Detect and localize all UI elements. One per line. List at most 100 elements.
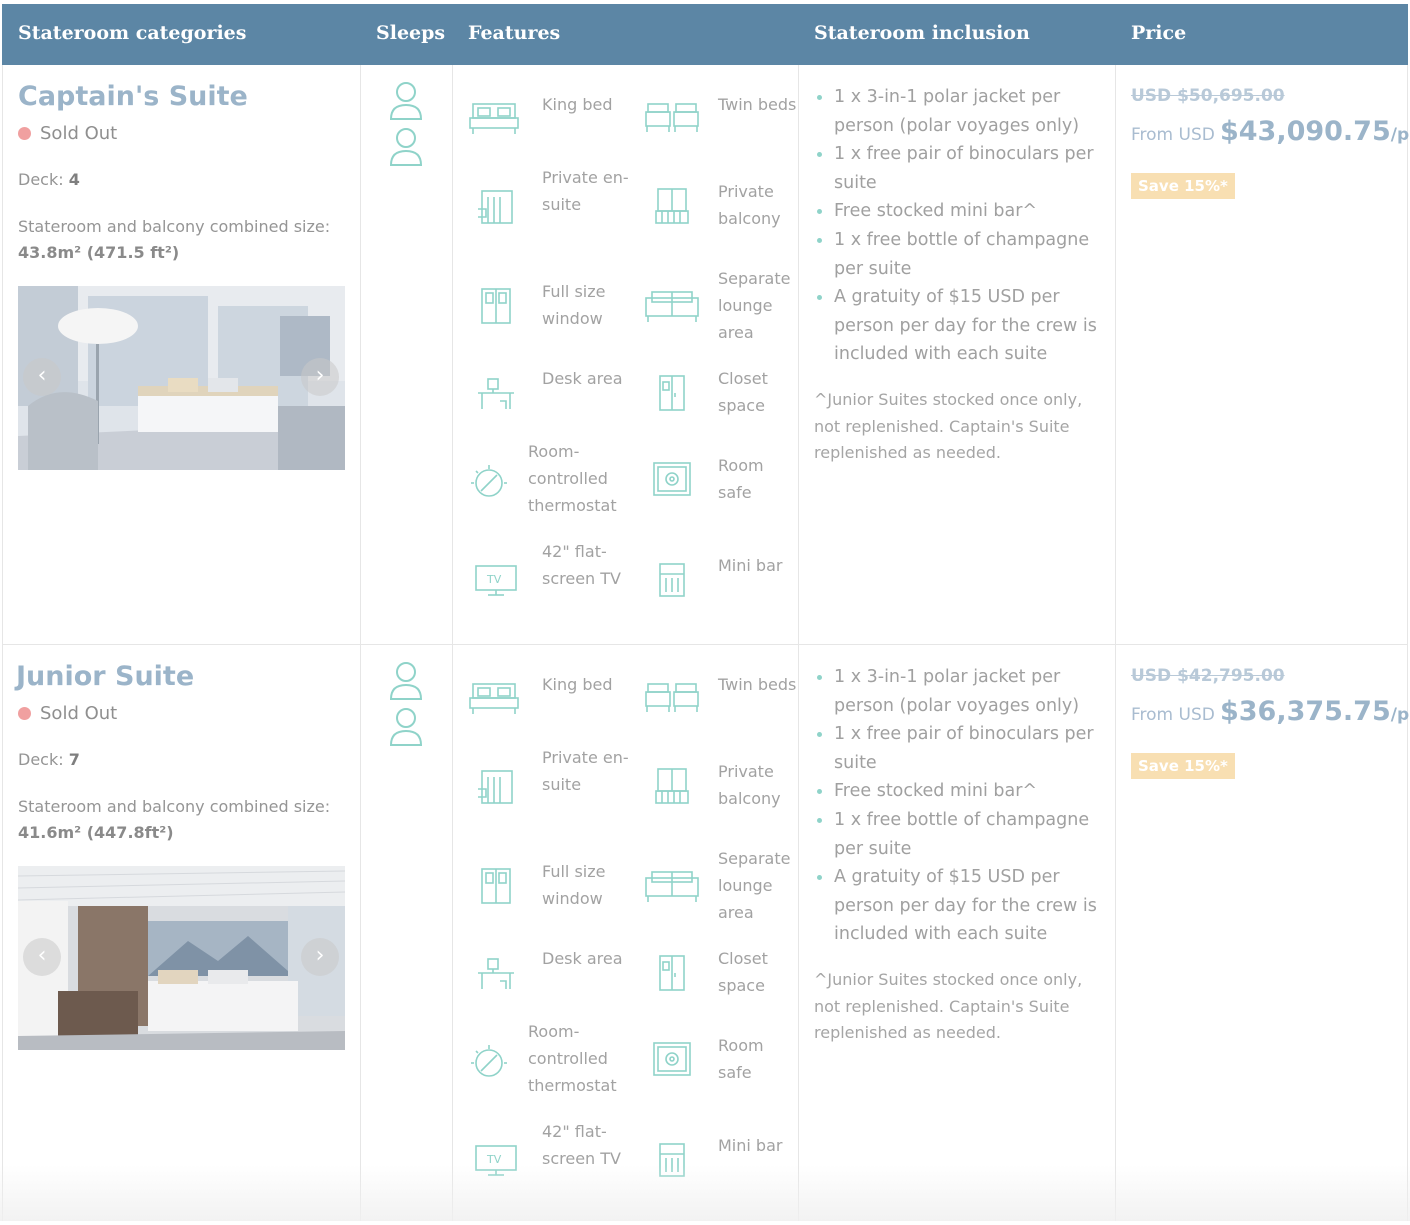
king-bed-icon	[469, 683, 519, 714]
suite-name[interactable]: Junior Suite	[16, 661, 194, 692]
table-header: Stateroom categories Sleeps Features Sta…	[2, 4, 1408, 65]
table-row: Junior Suite Sold Out Deck: 7 Stateroom …	[2, 645, 1410, 1225]
feature-label: Twin beds	[718, 675, 797, 694]
balcony-icon	[655, 188, 689, 224]
desk-icon	[478, 378, 514, 409]
feature-label: Twin beds	[718, 95, 797, 114]
stateroom-photo-carousel[interactable]: ‹ ›	[18, 866, 345, 1050]
feature-label: Private en-suite	[542, 748, 629, 794]
save-badge: Save 15%*	[1131, 753, 1235, 779]
lounge-sofa-icon	[645, 291, 699, 322]
feature-label: Separate lounge area	[718, 269, 791, 342]
feature-label: 42" flat-screen TV	[542, 1122, 621, 1168]
window-icon	[481, 868, 511, 904]
feature-label: Room safe	[718, 1036, 764, 1082]
twin-beds-icon	[645, 683, 699, 712]
header-price: Price	[1131, 22, 1187, 44]
price-per: /pp	[1390, 705, 1410, 725]
carousel-prev-button[interactable]: ‹	[23, 938, 61, 976]
size-value: 41.6m² (447.8ft²)	[18, 823, 174, 842]
person-icon	[389, 708, 423, 746]
deck-label: Deck:	[18, 170, 64, 189]
person-icon	[389, 82, 423, 120]
carousel-prev-button[interactable]: ‹	[23, 358, 61, 396]
deck-label: Deck:	[18, 750, 64, 769]
sold-out-dot-icon	[18, 127, 31, 140]
save-badge: Save 15%*	[1131, 173, 1235, 199]
price-prefix: From USD	[1131, 125, 1215, 145]
closet-icon	[659, 375, 685, 411]
feature-label: Desk area	[542, 369, 623, 388]
inclusion-footnote: ^Junior Suites stocked once only, not re…	[814, 390, 1083, 462]
header-features: Features	[468, 22, 561, 44]
feature-label: King bed	[542, 95, 613, 114]
inclusion-footnote: ^Junior Suites stocked once only, not re…	[814, 970, 1083, 1042]
availability-status: Sold Out	[18, 703, 117, 724]
list-item: 1 x free bottle of champagne per suite	[814, 226, 1104, 283]
deck-info: Deck: 4	[18, 170, 80, 189]
suite-name[interactable]: Captain's Suite	[18, 81, 248, 112]
ensuite-shower-icon	[478, 770, 513, 804]
deck-info: Deck: 7	[18, 750, 80, 769]
feature-label: Mini bar	[718, 556, 783, 575]
list-item: 1 x 3-in-1 polar jacket per person (pola…	[814, 663, 1104, 720]
original-price: USD $50,695.00	[1131, 86, 1285, 106]
twin-beds-icon	[645, 103, 699, 132]
feature-label: 42" flat-screen TV	[542, 542, 621, 588]
header-sleeps: Sleeps	[376, 22, 446, 44]
ensuite-shower-icon	[478, 190, 513, 224]
deck-value: 4	[68, 170, 80, 189]
price-per: /pp	[1390, 125, 1410, 145]
sold-out-dot-icon	[18, 707, 31, 720]
feature-label: Private balcony	[718, 762, 781, 808]
carousel-next-button[interactable]: ›	[301, 938, 339, 976]
king-bed-icon	[469, 103, 519, 134]
closet-icon	[659, 955, 685, 991]
safe-icon	[653, 462, 691, 496]
header-stateroom-categories: Stateroom categories	[18, 22, 247, 44]
safe-icon	[653, 1042, 691, 1076]
person-icon	[389, 662, 423, 700]
status-text: Sold Out	[40, 703, 118, 724]
mini-bar-icon	[659, 563, 685, 597]
inclusion-list: 1 x 3-in-1 polar jacket per person (pola…	[814, 83, 1104, 369]
list-item: 1 x free pair of binoculars per suite	[814, 720, 1104, 777]
stateroom-photo-carousel[interactable]: ‹ ›	[18, 286, 345, 470]
feature-label: Private balcony	[718, 182, 781, 228]
carousel-next-button[interactable]: ›	[301, 358, 339, 396]
feature-label: Closet space	[718, 949, 768, 995]
bottom-fade-overlay	[0, 1165, 1410, 1221]
svg-text:TV: TV	[486, 573, 502, 586]
size-label: Stateroom and balcony combined size:	[18, 217, 331, 236]
feature-label: King bed	[542, 675, 613, 694]
price-amount: $36,375.75	[1219, 696, 1391, 727]
list-item: 1 x free pair of binoculars per suite	[814, 140, 1104, 197]
feature-label: Mini bar	[718, 1136, 783, 1155]
captains-suite-photo	[18, 286, 345, 470]
list-item: A gratuity of $15 USD per person per day…	[814, 863, 1104, 949]
header-stateroom-inclusion: Stateroom inclusion	[814, 22, 1030, 44]
feature-label: Room safe	[718, 456, 764, 502]
status-text: Sold Out	[40, 123, 118, 144]
junior-suite-photo	[18, 866, 345, 1050]
person-icon	[389, 128, 423, 166]
feature-label: Full size window	[542, 282, 606, 328]
feature-label: Desk area	[542, 949, 623, 968]
price-prefix: From USD	[1131, 705, 1215, 725]
stateroom-table: Stateroom categories Sleeps Features Sta…	[2, 4, 1410, 1221]
original-price: USD $42,795.00	[1131, 666, 1285, 686]
list-item: Free stocked mini bar^	[814, 197, 1104, 226]
table-row: Captain's Suite Sold Out Deck: 4 Statero…	[2, 65, 1410, 645]
current-price: From USD $36,375.75/pp	[1131, 696, 1410, 727]
feature-label: Full size window	[542, 862, 606, 908]
feature-label: Separate lounge area	[718, 849, 791, 922]
list-item: Free stocked mini bar^	[814, 777, 1104, 806]
size-value: 43.8m² (471.5 ft²)	[18, 243, 180, 262]
list-item: 1 x 3-in-1 polar jacket per person (pola…	[814, 83, 1104, 140]
desk-icon	[478, 958, 514, 989]
thermostat-icon	[471, 465, 507, 497]
size-label: Stateroom and balcony combined size:	[18, 797, 331, 816]
feature-label: Private en-suite	[542, 168, 629, 214]
current-price: From USD $43,090.75/pp	[1131, 116, 1410, 147]
balcony-icon	[655, 768, 689, 804]
